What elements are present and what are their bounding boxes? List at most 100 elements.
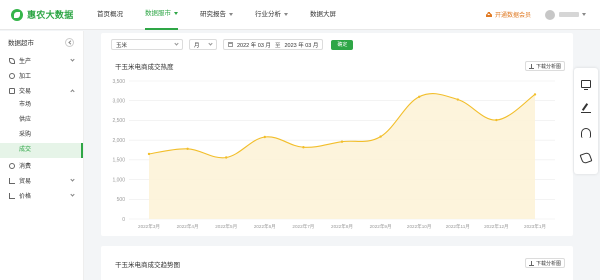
vip-link[interactable]: 开通数据会员 [485, 10, 531, 19]
x-tick-label: 2022年6月 [254, 223, 276, 230]
top-navigation-bar: 惠农大数据 首页概况 数据服市 研究报告 行业分析 数据大屏 开通数据会员 [0, 0, 600, 30]
consume-icon [9, 162, 15, 169]
sidebar-item-commerce[interactable]: 贸易 [0, 173, 83, 188]
download-label: 下载分析图 [535, 63, 561, 70]
factory-icon [9, 72, 15, 79]
logo-icon [11, 8, 23, 21]
y-tick-label: 2,500 [112, 118, 125, 124]
leaf-icon [9, 57, 15, 64]
trend-chart-title: 干玉米电商成交趋势图 [115, 262, 180, 269]
sidebar-item-label: 价格 [19, 194, 32, 200]
collapse-sidebar-button[interactable] [65, 37, 74, 47]
floating-toolbar [574, 68, 598, 174]
sidebar-subitem-purchase[interactable]: 采购 [0, 128, 83, 143]
x-tick-label: 2022年3月 [138, 223, 160, 230]
x-tick-label: 2022年12月 [484, 223, 509, 230]
data-point [495, 118, 498, 122]
sidebar-item-production[interactable]: 生产 [0, 53, 83, 68]
y-tick-label: 3,000 [112, 99, 125, 105]
nav-item-big-screen[interactable]: 数据大屏 [310, 0, 336, 30]
data-point [379, 135, 382, 138]
y-tick-label: 2,000 [112, 138, 125, 144]
chevron-down-icon [70, 177, 75, 182]
nav-item-reports[interactable]: 研究报告 [200, 0, 233, 30]
chevron-down-icon [70, 192, 75, 197]
sidebar-item-processing[interactable]: 加工 [0, 68, 83, 83]
vip-label: 开通数据会员 [494, 13, 531, 19]
nav-item-home[interactable]: 首页概况 [97, 0, 123, 30]
headset-icon[interactable] [581, 127, 591, 138]
data-point [147, 152, 151, 156]
download-trend-button[interactable]: 下载分析图 [524, 258, 565, 268]
y-tick-label: 1,000 [112, 177, 125, 183]
sidebar-item-label: 加工 [19, 74, 32, 80]
sidebar-item-label: 生产 [19, 59, 32, 65]
product-select[interactable]: 玉米 [111, 39, 183, 50]
monitor-icon[interactable] [581, 79, 591, 90]
y-tick-label: 1,500 [112, 158, 125, 164]
edit-icon[interactable] [581, 103, 591, 113]
sidebar-subitem-supply[interactable]: 供应 [0, 113, 83, 128]
sidebar: 数据超市 生产 加工 交易 市场 供应 采购 成交 消费 贸易 价格 [0, 31, 84, 280]
download-label: 下载分析图 [535, 260, 561, 267]
x-tick-label: 2022年8月 [331, 223, 353, 230]
data-point [340, 140, 344, 143]
download-icon [528, 260, 534, 266]
user-name-redacted[interactable] [559, 12, 579, 17]
main-nav: 首页概况 数据服市 研究报告 行业分析 数据大屏 [97, 0, 358, 30]
start-date: 2022 年 03 月 [237, 42, 271, 49]
filter-bar: 玉米 月 2022 年 03 月 至 2023 年 03 月 确定 [111, 39, 354, 50]
exchange-icon [9, 87, 15, 94]
nav-label: 研究报告 [200, 10, 226, 18]
price-icon [9, 192, 15, 199]
calendar-icon [228, 42, 233, 47]
logo-text: 惠农大数据 [27, 10, 74, 20]
data-point [186, 147, 189, 151]
avatar[interactable] [545, 9, 555, 20]
data-point [263, 135, 266, 139]
sidebar-subitem-deals[interactable]: 成交 [0, 143, 83, 158]
y-tick-label: 0 [122, 217, 125, 223]
nav-item-data-market[interactable]: 数据服市 [145, 0, 178, 30]
nav-item-industry[interactable]: 行业分析 [255, 0, 288, 30]
sidebar-item-consumption[interactable]: 消费 [0, 158, 83, 173]
phone-icon[interactable] [579, 151, 593, 164]
sidebar-subitem-market[interactable]: 市场 [0, 98, 83, 113]
x-tick-label: 2022年5月 [215, 223, 237, 230]
download-chart-button[interactable]: 下载分析图 [524, 61, 565, 71]
x-tick-label: 2022年9月 [370, 223, 392, 230]
x-tick-label: 2022年4月 [177, 223, 199, 230]
data-point [533, 93, 537, 96]
sidebar-item-label: 贸易 [19, 179, 32, 185]
period-select-value: 月 [194, 42, 200, 49]
x-tick-label: 2022年10月 [407, 223, 432, 230]
chevron-down-icon [284, 13, 288, 16]
chevron-down-icon[interactable] [582, 13, 586, 16]
sidebar-item-label: 消费 [19, 164, 32, 170]
data-point [302, 146, 305, 149]
chart-panel: 0 500 1,000 1,500 2,000 2,500 3,000 3,500 2022年3… [101, 33, 573, 236]
confirm-button[interactable]: 确定 [331, 39, 354, 50]
data-point [225, 156, 228, 159]
download-icon [528, 63, 534, 69]
data-point [418, 95, 421, 98]
nav-label: 数据大屏 [310, 10, 336, 18]
nav-label: 首页概况 [97, 10, 123, 18]
logo[interactable]: 惠农大数据 [11, 8, 97, 21]
data-point [456, 98, 459, 101]
y-tick-label: 500 [117, 197, 126, 203]
trend-panel: 干玉米电商成交趋势图 下载分析图 [101, 246, 573, 280]
sidebar-title: 数据超市 [8, 40, 34, 47]
nav-label: 数据服市 [145, 9, 171, 17]
date-separator: 至 [274, 42, 281, 49]
sidebar-item-price[interactable]: 价格 [0, 188, 83, 203]
chart-title: 干玉米电商成交热度 [115, 64, 174, 71]
end-date: 2023 年 03 月 [284, 42, 319, 49]
date-range-picker[interactable]: 2022 年 03 月 至 2023 年 03 月 [223, 39, 324, 50]
chevron-down-icon [208, 41, 213, 46]
period-select[interactable]: 月 [189, 39, 217, 50]
chevron-down-icon [174, 41, 179, 46]
sidebar-item-trade[interactable]: 交易 [0, 83, 83, 98]
chevron-up-icon [70, 89, 75, 94]
cart-icon [9, 177, 15, 184]
